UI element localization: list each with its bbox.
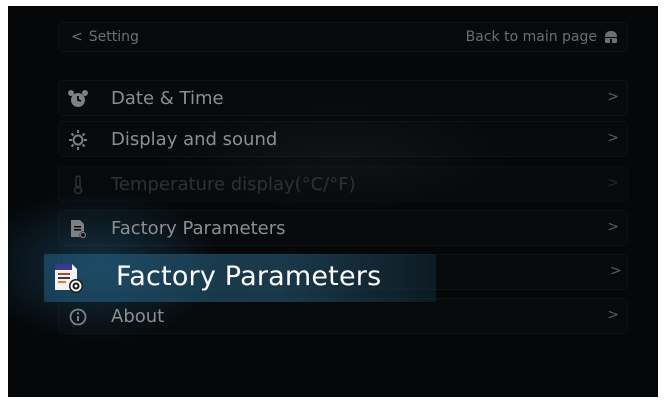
back-to-setting-link[interactable]: < Setting	[71, 29, 139, 45]
back-label: Setting	[88, 29, 139, 45]
thermometer-icon	[73, 175, 83, 195]
home-icon[interactable]	[603, 30, 619, 44]
info-icon	[69, 308, 87, 326]
menu-item-label: Factory Parameters	[111, 218, 286, 239]
chevron-right-icon: >	[607, 219, 619, 235]
settings-screen: < Setting Back to main page Date & Time >	[8, 6, 658, 397]
menu-item-label: Temperature display(°C/°F)	[111, 174, 356, 195]
alarm-clock-icon	[68, 90, 88, 107]
menu-item-temperature-display: Temperature display(°C/°F) >	[58, 166, 628, 202]
chevron-right-icon: >	[610, 263, 622, 279]
factory-parameters-callout[interactable]: Factory Parameters	[44, 254, 436, 302]
document-gear-icon	[55, 264, 83, 293]
back-chevron-icon: <	[71, 29, 83, 45]
chevron-right-icon: >	[607, 175, 619, 191]
chevron-right-icon: >	[607, 89, 619, 105]
menu-item-factory-parameters[interactable]: Factory Parameters >	[58, 210, 628, 246]
back-to-main-page-link[interactable]: Back to main page	[466, 29, 597, 45]
chevron-right-icon: >	[607, 307, 619, 323]
brightness-icon	[69, 130, 87, 150]
menu-item-label: Display and sound	[111, 129, 278, 150]
menu-item-label: Date & Time	[111, 88, 224, 109]
menu-item-label: About	[111, 306, 165, 327]
chevron-right-icon: >	[607, 130, 619, 146]
settings-header: < Setting Back to main page	[58, 22, 628, 52]
document-gear-icon	[71, 220, 87, 239]
callout-label: Factory Parameters	[116, 261, 382, 292]
menu-item-display-sound[interactable]: Display and sound >	[58, 121, 628, 157]
menu-item-about[interactable]: About >	[58, 298, 628, 334]
menu-item-date-time[interactable]: Date & Time >	[58, 80, 628, 116]
